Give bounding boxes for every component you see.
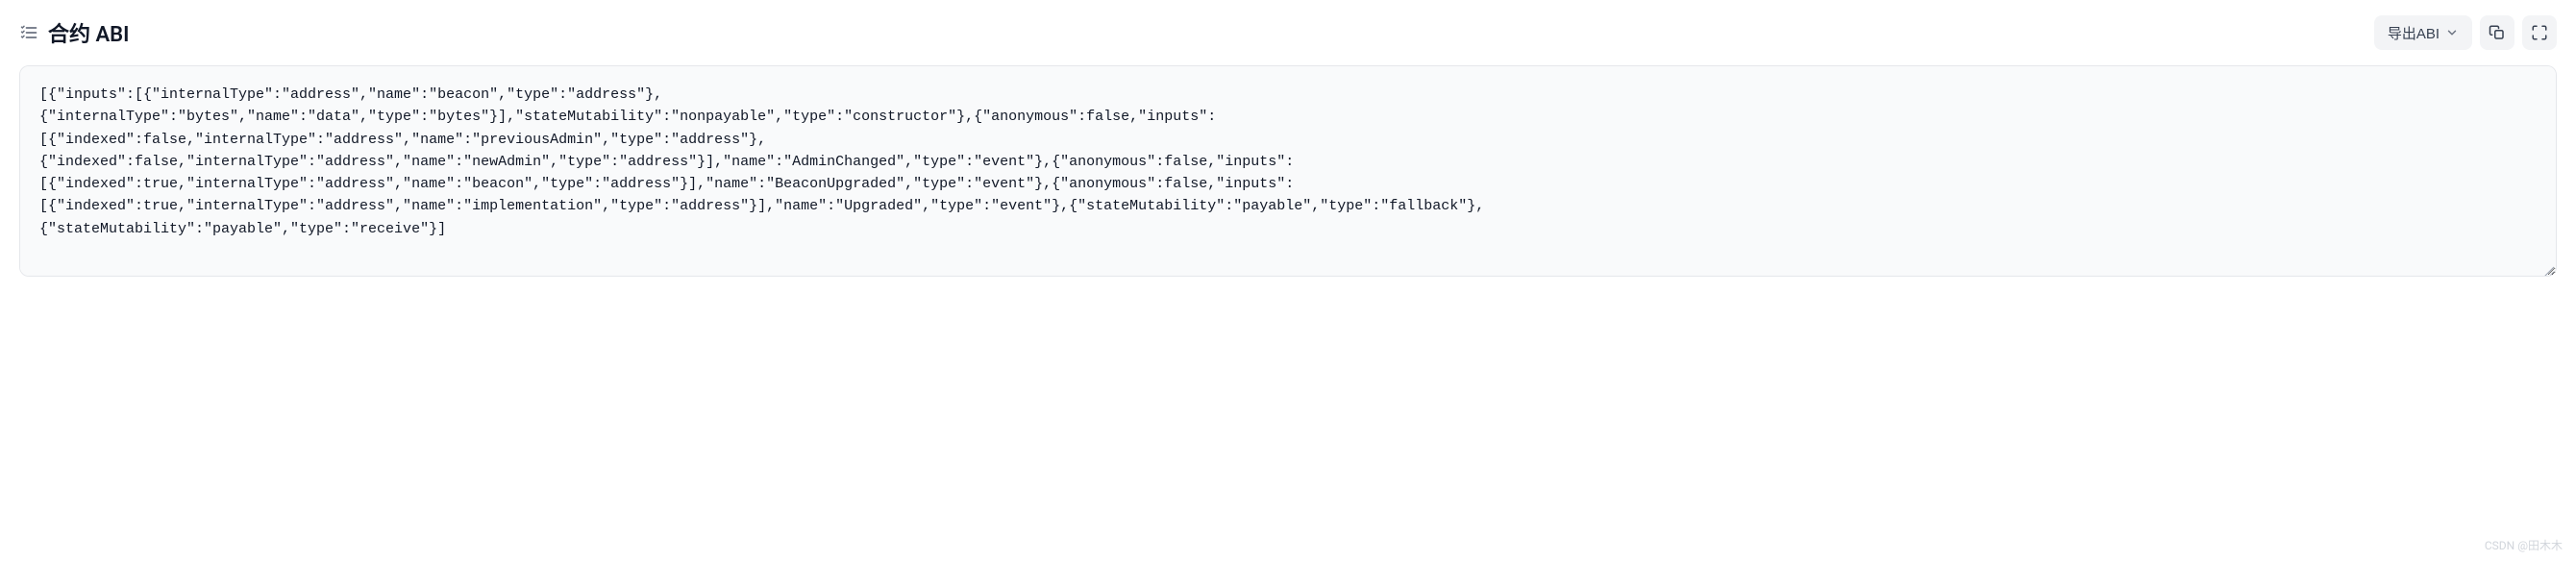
title-wrap: 合约 ABI — [19, 17, 129, 48]
abi-code-box[interactable]: [{"inputs":[{"internalType":"address","n… — [19, 65, 2557, 277]
copy-icon — [2489, 24, 2506, 41]
copy-button[interactable] — [2480, 15, 2514, 50]
section-header: 合约 ABI 导出ABI — [19, 15, 2557, 50]
watermark: CSDN @田木木 — [2485, 537, 2563, 553]
actions: 导出ABI — [2374, 15, 2557, 50]
expand-icon — [2531, 24, 2548, 41]
list-icon — [19, 23, 38, 42]
export-abi-button[interactable]: 导出ABI — [2374, 15, 2472, 50]
abi-code-content: [{"inputs":[{"internalType":"address","n… — [39, 84, 2537, 240]
export-abi-label: 导出ABI — [2388, 23, 2440, 43]
section-title: 合约 ABI — [48, 17, 129, 48]
chevron-down-icon — [2445, 26, 2459, 39]
fullscreen-button[interactable] — [2522, 15, 2557, 50]
resize-handle-icon — [2542, 262, 2554, 274]
